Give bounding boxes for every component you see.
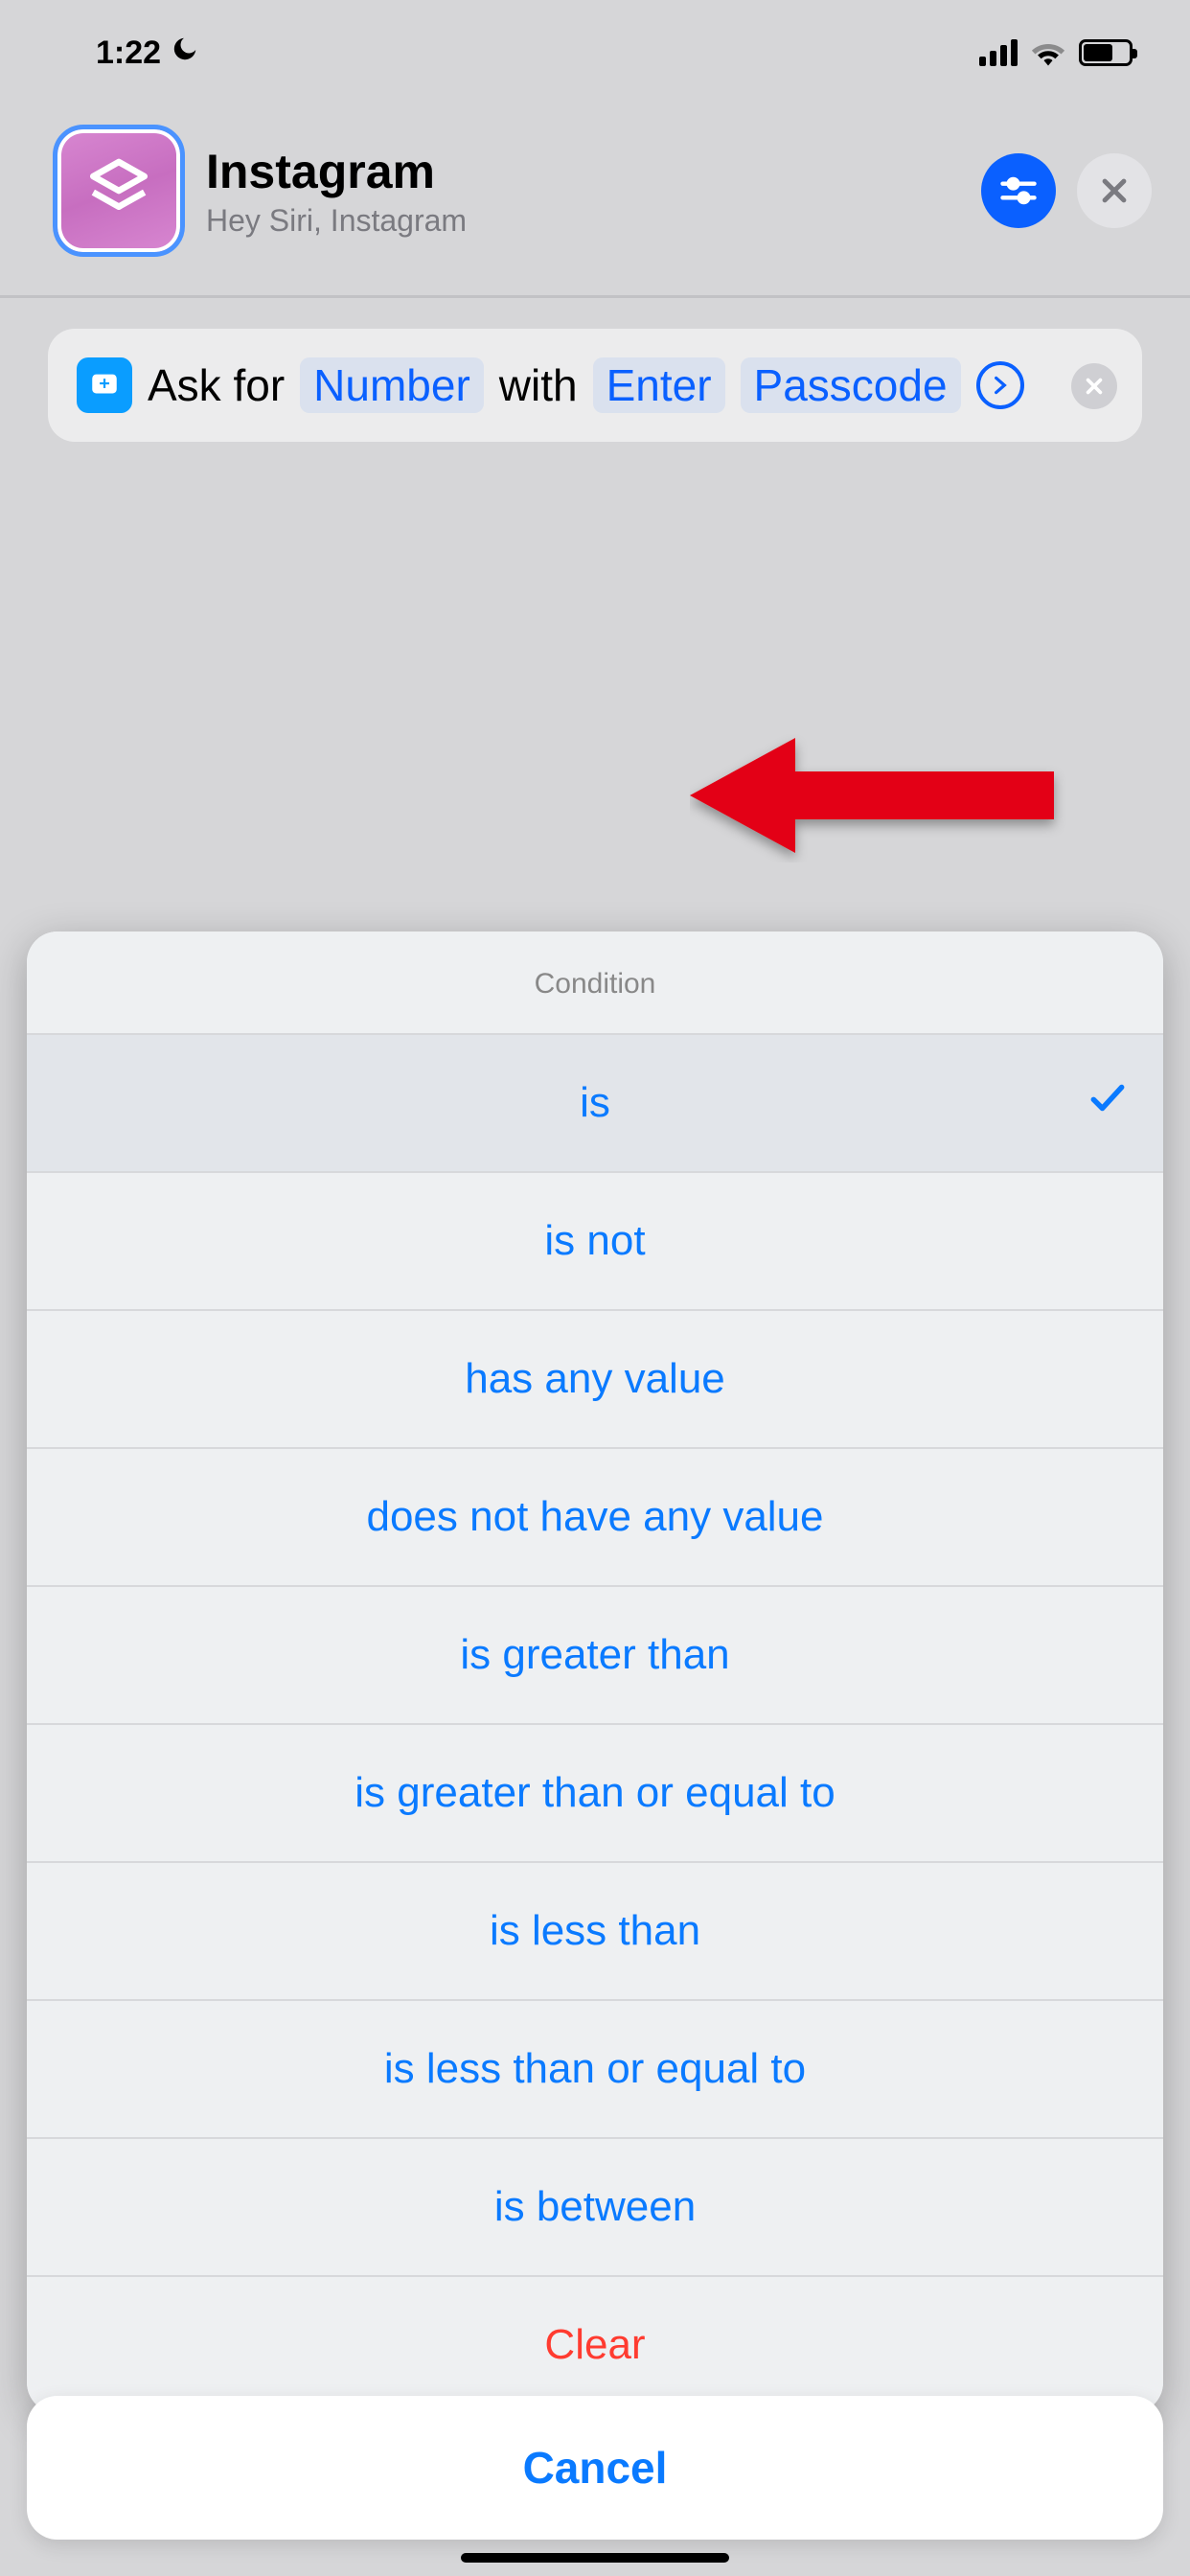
option-label: is less than or equal to (384, 2045, 806, 2092)
option-label: is not (544, 1217, 645, 1264)
home-indicator[interactable] (461, 2553, 729, 2563)
option-is-between[interactable]: is between (27, 2137, 1163, 2275)
cancel-button[interactable]: Cancel (27, 2396, 1163, 2540)
option-is-less-than-or-equal-to[interactable]: is less than or equal to (27, 1999, 1163, 2137)
option-label: does not have any value (366, 1493, 823, 1540)
option-is-not[interactable]: is not (27, 1171, 1163, 1309)
option-label: is greater than or equal to (355, 1769, 835, 1816)
option-label: is less than (490, 1907, 700, 1954)
condition-action-sheet: Condition is is not has any value does n… (27, 932, 1163, 2413)
sheet-title: Condition (27, 932, 1163, 1033)
action-sheet-overlay: Condition is is not has any value does n… (0, 0, 1190, 2576)
option-does-not-have-any-value[interactable]: does not have any value (27, 1447, 1163, 1585)
option-has-any-value[interactable]: has any value (27, 1309, 1163, 1447)
option-label: is between (494, 2183, 696, 2230)
option-is-greater-than[interactable]: is greater than (27, 1585, 1163, 1723)
option-is[interactable]: is (27, 1033, 1163, 1171)
option-label: is (580, 1079, 610, 1126)
option-label: Clear (544, 2321, 645, 2368)
checkmark-icon (1087, 1077, 1129, 1130)
option-is-less-than[interactable]: is less than (27, 1861, 1163, 1999)
option-label: is greater than (460, 1631, 729, 1678)
option-label: has any value (465, 1355, 725, 1402)
option-is-greater-than-or-equal-to[interactable]: is greater than or equal to (27, 1723, 1163, 1861)
cancel-label: Cancel (523, 2443, 668, 2493)
option-clear[interactable]: Clear (27, 2275, 1163, 2413)
